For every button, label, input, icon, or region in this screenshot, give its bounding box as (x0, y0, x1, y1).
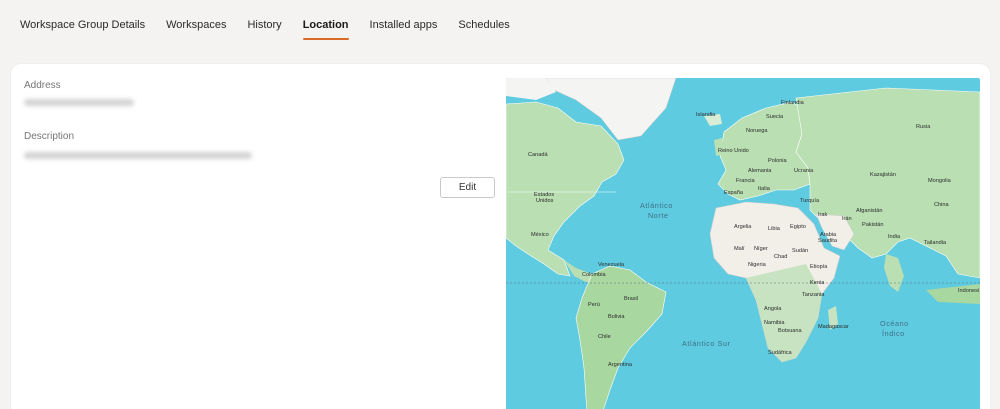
edit-button[interactable]: Edit (440, 177, 495, 198)
label-iran: Irán (842, 216, 852, 222)
address-label: Address (24, 80, 61, 91)
address-value-redacted (24, 99, 134, 106)
label-polonia: Polonia (768, 158, 788, 164)
label-mali: Malí (734, 246, 745, 252)
label-atlantico-norte-2: Norte (648, 211, 669, 220)
label-niger: Níger (754, 246, 768, 252)
tab-bar: Workspace Group Details Workspaces Histo… (0, 0, 1000, 44)
label-mexico: México (531, 232, 549, 238)
location-card: Address Description Edit Canadá Estados … (11, 64, 990, 409)
label-ucrania: Ucrania (794, 168, 814, 174)
label-argelia: Argelia (734, 224, 752, 230)
label-tanzania: Tanzania (802, 292, 825, 298)
label-suecia: Suecia (766, 114, 784, 120)
label-alemania: Alemania (748, 168, 772, 174)
label-bolivia: Bolivia (608, 314, 625, 320)
label-india: India (888, 234, 901, 240)
label-tailandia: Tailandia (924, 240, 947, 246)
label-peru: Perú (588, 302, 600, 308)
label-botsuana: Botsuana (778, 328, 803, 334)
label-atlantico-norte-1: Atlántico (640, 201, 673, 210)
label-arabia-2: Saudita (818, 238, 838, 244)
label-islandia: Islandia (696, 112, 716, 118)
label-pakistan: Pakistán (862, 222, 883, 228)
label-espana: España (724, 190, 744, 196)
label-chad: Chad (774, 254, 787, 260)
label-namibia: Namibia (764, 320, 785, 326)
label-italia: Italia (758, 186, 771, 192)
label-indonesia: Indonesi (958, 288, 979, 294)
label-mongolia: Mongolia (928, 178, 952, 184)
label-argentina: Argentina (608, 362, 633, 368)
tab-location[interactable]: Location (302, 0, 349, 44)
label-brasil: Brasil (624, 296, 638, 302)
location-map[interactable]: Canadá Estados Unidos México Venezuela C… (506, 78, 980, 409)
label-colombia: Colombia (582, 272, 607, 278)
label-atlantico-sur: Atlántico Sur (682, 339, 731, 348)
label-kazajistan: Kazajistán (870, 172, 896, 178)
label-noruega: Noruega (746, 128, 768, 134)
tab-workspace-group-details[interactable]: Workspace Group Details (20, 0, 145, 44)
label-finlandia: Finlandia (781, 100, 805, 106)
label-chile: Chile (598, 334, 611, 340)
label-usa-2: Unidos (536, 198, 554, 204)
label-china: China (934, 202, 950, 208)
label-angola: Angola (764, 306, 782, 312)
label-venezuela: Venezuela (598, 262, 625, 268)
tab-installed-apps[interactable]: Installed apps (370, 0, 438, 44)
label-rusia: Rusia (916, 124, 931, 130)
label-etiopia: Etiopía (810, 264, 828, 270)
world-map[interactable]: Canadá Estados Unidos México Venezuela C… (506, 78, 980, 409)
label-oceano-indico-2: Índico (882, 329, 905, 338)
label-reino-unido: Reino Unido (718, 148, 749, 154)
label-oceano-indico-1: Océano (880, 319, 909, 328)
label-afganistan: Afganistán (856, 208, 882, 214)
label-madagascar: Madagascar (818, 324, 849, 330)
description-value-redacted (24, 152, 252, 159)
tab-history[interactable]: History (247, 0, 281, 44)
label-nigeria: Nigeria (748, 262, 767, 268)
tab-schedules[interactable]: Schedules (458, 0, 509, 44)
label-sudan: Sudán (792, 248, 808, 254)
label-kenia: Kenia (810, 280, 825, 286)
label-canada: Canadá (528, 152, 548, 158)
label-sudafrica: Sudáfrica (768, 350, 793, 356)
label-francia: Francia (736, 178, 756, 184)
description-label: Description (24, 131, 75, 142)
label-turquia: Turquía (800, 198, 820, 204)
label-egipto: Egipto (790, 224, 806, 230)
label-irak: Irak (818, 212, 828, 218)
label-libia: Libia (768, 226, 781, 232)
tab-workspaces[interactable]: Workspaces (166, 0, 226, 44)
